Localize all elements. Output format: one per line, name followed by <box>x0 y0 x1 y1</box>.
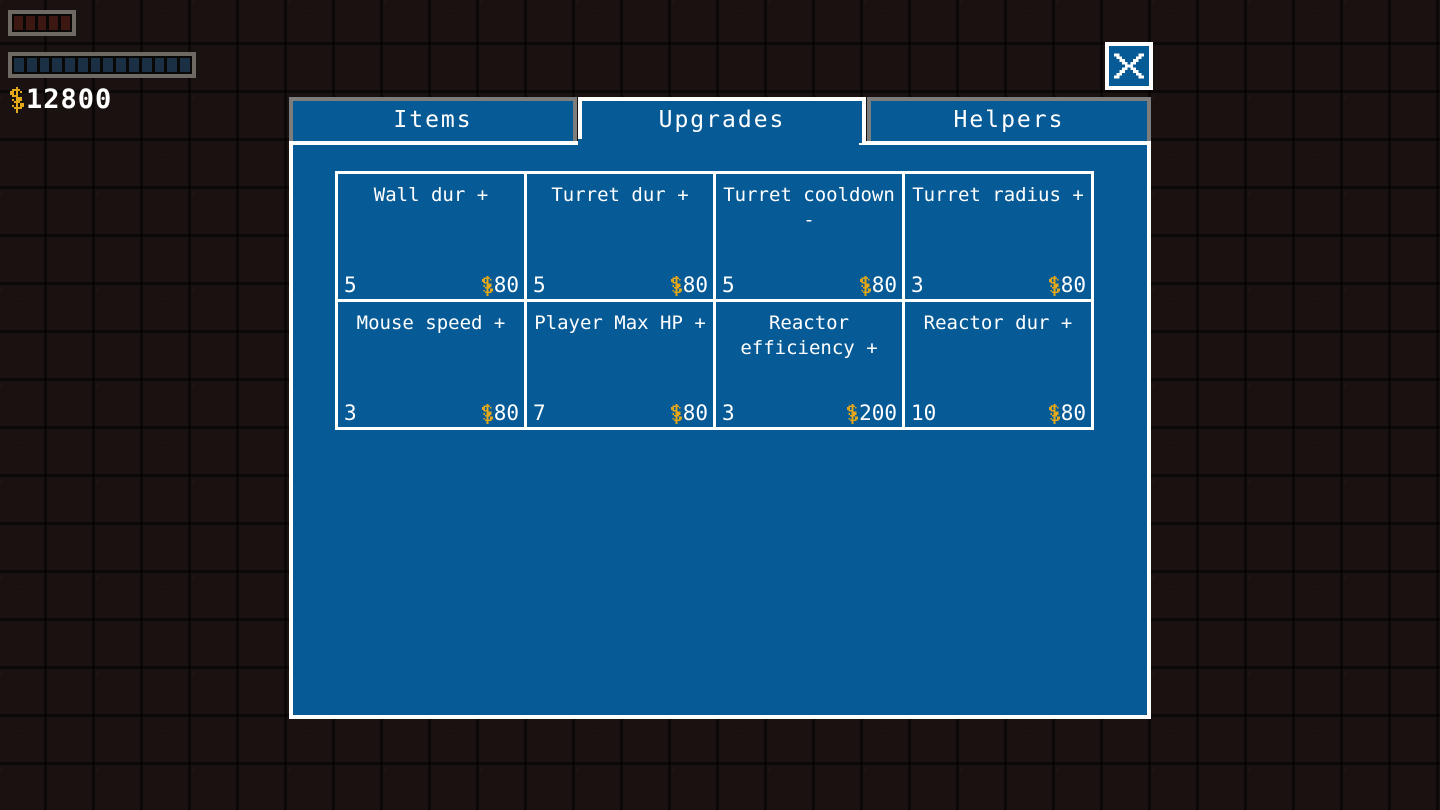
upgrade-level: 10 <box>911 401 937 425</box>
upgrade-card[interactable]: Reactor dur + 10 80 <box>902 299 1094 430</box>
close-button[interactable] <box>1105 42 1153 90</box>
bar-segment <box>14 58 24 72</box>
coin-icon <box>481 403 493 424</box>
tab-helpers[interactable]: Helpers <box>867 97 1151 143</box>
bar-segment <box>14 16 23 30</box>
upgrade-title: Turret radius + <box>912 184 1084 206</box>
money-amount: 12800 <box>26 84 113 115</box>
bar-segment <box>167 58 178 72</box>
shop-tabs: Items Upgrades Helpers <box>289 97 1151 143</box>
upgrade-level: 5 <box>722 273 735 297</box>
bar-segment <box>180 58 190 72</box>
bar-segment <box>116 58 127 72</box>
upgrade-card[interactable]: Player Max HP + 7 80 <box>524 299 716 430</box>
shop-panel: Wall dur +5 80 Turret dur +5 80 Turret coold… <box>289 141 1151 719</box>
bar-segment <box>129 58 139 72</box>
upgrade-price: 80 <box>481 273 519 297</box>
upgrade-title: Wall dur + <box>373 184 489 206</box>
bar-segment <box>52 58 63 72</box>
upgrade-price-value: 200 <box>859 401 897 425</box>
upgrade-title: Player Max HP + <box>534 312 706 334</box>
upgrade-card[interactable]: Turret cooldown - 5 80 <box>713 171 905 302</box>
upgrade-level: 7 <box>533 401 546 425</box>
bar-segment <box>39 58 50 72</box>
bar-segment <box>37 16 47 30</box>
bar-segment <box>103 58 114 72</box>
health-bar <box>8 10 76 36</box>
upgrade-title: Turret cooldown - <box>723 184 895 231</box>
coin-icon <box>1048 403 1060 424</box>
bar-segment <box>61 16 70 30</box>
bar-segment <box>90 58 101 72</box>
upgrade-price-value: 80 <box>871 273 897 297</box>
upgrade-card[interactable]: Turret radius + 3 80 <box>902 171 1094 302</box>
upgrade-price-value: 80 <box>1060 401 1086 425</box>
upgrade-level: 5 <box>344 273 357 297</box>
coin-icon <box>670 275 682 296</box>
upgrade-price-value: 80 <box>682 273 708 297</box>
bar-segment <box>65 58 75 72</box>
upgrade-card-grid: Wall dur +5 80 Turret dur +5 80 Turret coold… <box>335 171 1106 430</box>
upgrade-price-value: 80 <box>493 401 519 425</box>
upgrade-price: 80 <box>1048 273 1086 297</box>
bar-segment <box>154 58 165 72</box>
active-tab-joint <box>578 139 859 147</box>
upgrade-price: 80 <box>481 401 519 425</box>
coin-icon <box>859 275 871 296</box>
tab-upgrades[interactable]: Upgrades <box>578 97 866 143</box>
upgrade-price-value: 80 <box>682 401 708 425</box>
bar-segment <box>26 58 37 72</box>
game-screen: 12800 Items Upgrades Helpers Wall dur + … <box>0 0 1440 810</box>
bar-segment <box>49 16 59 30</box>
upgrade-level: 3 <box>911 273 924 297</box>
coin-icon <box>481 275 493 296</box>
upgrade-price: 80 <box>670 401 708 425</box>
upgrade-price-value: 80 <box>1060 273 1086 297</box>
upgrade-card[interactable]: Reactor efficiency + 3 200 <box>713 299 905 430</box>
upgrade-price: 200 <box>847 403 897 424</box>
coin-icon <box>10 86 24 113</box>
upgrade-title: Reactor dur + <box>923 312 1073 334</box>
upgrade-price: 80 <box>859 273 897 297</box>
energy-bar <box>8 52 196 78</box>
money-display: 12800 <box>10 86 112 113</box>
upgrade-title: Reactor efficiency + <box>740 312 878 359</box>
bar-segment <box>141 58 152 72</box>
upgrade-card[interactable]: Wall dur + 5 80 <box>335 171 527 302</box>
tab-items[interactable]: Items <box>289 97 577 143</box>
upgrade-title: Mouse speed + <box>356 312 506 334</box>
close-x-icon <box>1114 53 1144 79</box>
upgrade-level: 5 <box>533 273 546 297</box>
upgrade-price-value: 80 <box>493 273 519 297</box>
upgrade-level: 3 <box>344 401 357 425</box>
upgrade-card[interactable]: Turret dur + 5 80 <box>524 171 716 302</box>
coin-icon <box>847 403 858 424</box>
bar-segment <box>77 58 88 72</box>
coin-icon <box>1048 275 1060 296</box>
upgrade-price: 80 <box>670 273 708 297</box>
upgrade-card[interactable]: Mouse speed + 3 80 <box>335 299 527 430</box>
upgrade-level: 3 <box>722 401 735 425</box>
coin-icon <box>670 403 682 424</box>
upgrade-title: Turret dur + <box>551 184 689 206</box>
bar-segment <box>25 16 35 30</box>
upgrade-price: 80 <box>1048 401 1086 425</box>
